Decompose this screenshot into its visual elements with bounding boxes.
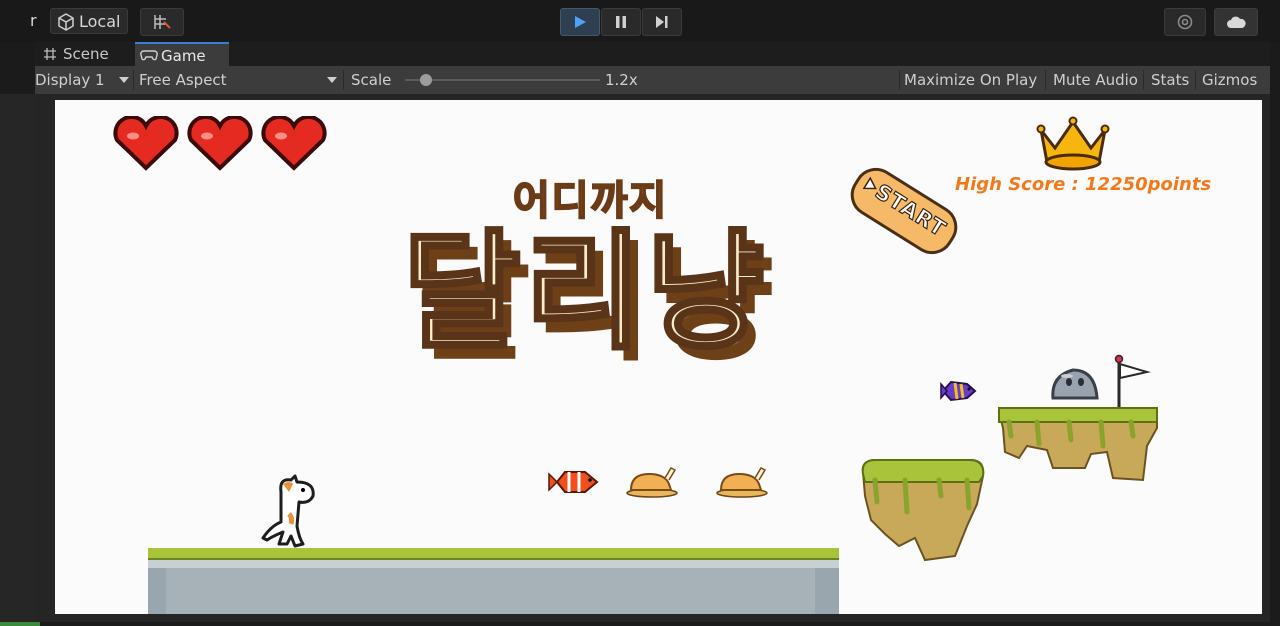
- heart-icon: [113, 116, 179, 171]
- tab-game-label: Game: [161, 47, 206, 65]
- cloud-icon: [1227, 16, 1246, 28]
- display-dropdown[interactable]: Display 1: [35, 66, 133, 94]
- play-button[interactable]: [560, 8, 600, 36]
- gamepad-icon: [140, 50, 158, 61]
- scale-value: 1.2x: [605, 71, 638, 89]
- pause-button[interactable]: [601, 8, 641, 36]
- cloud-button[interactable]: [1214, 8, 1258, 36]
- crown-icon: [1036, 116, 1110, 171]
- chevron-down-icon: [327, 77, 337, 83]
- floating-island: [861, 459, 985, 562]
- scale-slider-track[interactable]: [405, 79, 600, 81]
- ground-grass: [148, 548, 839, 560]
- pivot-local-button[interactable]: Local: [50, 8, 128, 34]
- goal-flag-icon: [1114, 354, 1151, 408]
- grid-snap-button[interactable]: [140, 8, 184, 36]
- start-button[interactable]: START: [842, 159, 966, 263]
- collab-button[interactable]: [1164, 8, 1206, 36]
- cube-icon: [58, 13, 74, 31]
- high-score-text: High Score : 12250points: [955, 174, 1212, 195]
- game-viewport[interactable]: High Score : 12250points 어디까지 달리냥 START: [55, 100, 1262, 614]
- ground-pillar: [148, 568, 166, 614]
- chevron-down-icon: [119, 77, 129, 83]
- grid-snap-icon: [154, 15, 171, 29]
- window-tab-bar: Scene Game: [35, 42, 1270, 67]
- ground-pillar: [815, 568, 839, 614]
- clownfish-icon: [548, 471, 599, 493]
- left-panel-edge: [0, 94, 35, 626]
- maximize-on-play-toggle[interactable]: Maximize On Play: [904, 66, 1037, 94]
- local-label: Local: [79, 12, 121, 31]
- toolbar-stub-label: r: [30, 11, 37, 30]
- aspect-dropdown-label: Free Aspect: [139, 71, 227, 89]
- grid-icon: [44, 48, 56, 60]
- heart-icon: [261, 116, 327, 171]
- start-label: START: [870, 179, 951, 242]
- step-button[interactable]: [642, 8, 682, 36]
- roast-chicken-icon: [716, 467, 768, 498]
- scale-slider-handle[interactable]: [420, 74, 432, 86]
- rock-enemy-icon: [1051, 368, 1099, 400]
- roast-chicken-icon: [626, 467, 678, 498]
- stats-toggle[interactable]: Stats: [1151, 66, 1189, 94]
- mute-audio-toggle[interactable]: Mute Audio: [1053, 66, 1138, 94]
- ground-edge: [148, 560, 839, 568]
- toolbar-stub-button[interactable]: r: [0, 8, 40, 34]
- unity-toolbar: r Local: [0, 0, 1280, 42]
- scale-label: Scale: [351, 71, 392, 89]
- gizmos-toggle[interactable]: Gizmos: [1202, 66, 1257, 94]
- heart-icon: [187, 116, 253, 171]
- lives-hearts: [111, 116, 341, 172]
- game-view-options-bar: Display 1 Free Aspect Scale 1.2x Maximiz…: [35, 66, 1270, 95]
- purple-fish-icon: [940, 380, 977, 402]
- game-title: 달리냥: [401, 216, 769, 369]
- tab-game[interactable]: Game: [135, 42, 229, 66]
- aspect-dropdown[interactable]: Free Aspect: [139, 66, 339, 94]
- ground-platform: [148, 548, 839, 614]
- pause-icon: [616, 16, 626, 28]
- step-icon: [656, 16, 668, 28]
- floating-island: [997, 407, 1158, 482]
- cat-player-icon: [261, 474, 315, 548]
- play-icon: [575, 16, 586, 28]
- status-indicator: [0, 622, 40, 626]
- display-dropdown-label: Display 1: [35, 71, 105, 89]
- collab-icon: [1177, 14, 1193, 30]
- tab-scene-label: Scene: [63, 45, 109, 63]
- tab-scene[interactable]: Scene: [37, 42, 133, 66]
